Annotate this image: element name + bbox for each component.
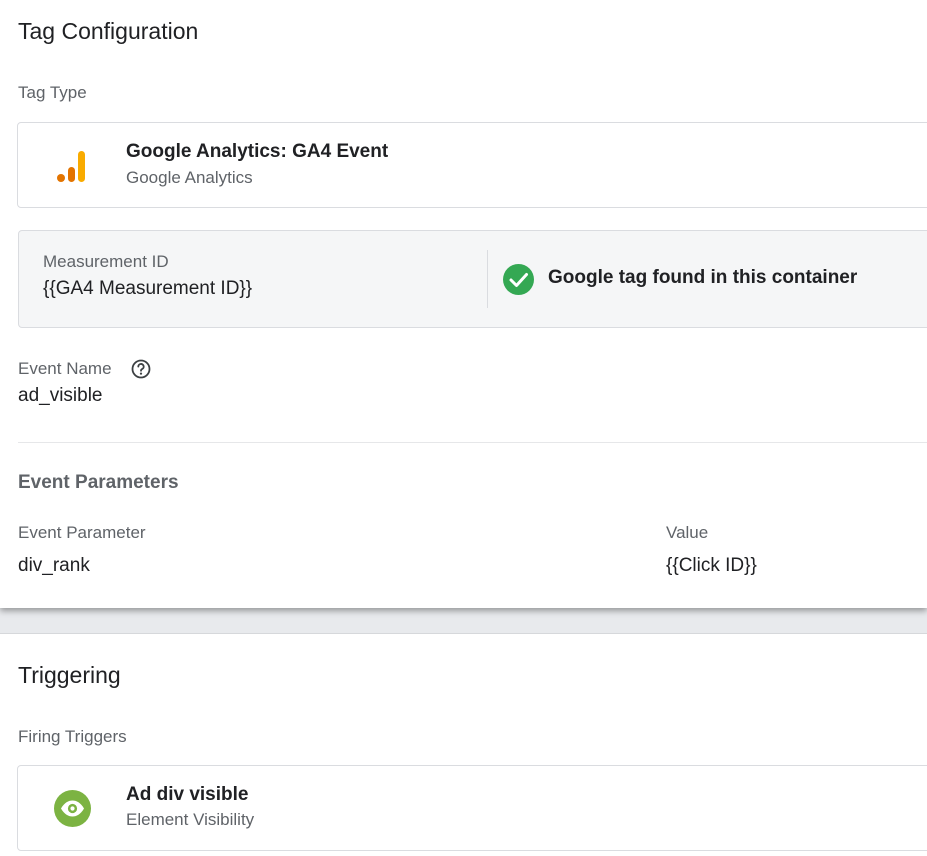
firing-triggers-label: Firing Triggers (18, 727, 127, 746)
trigger-type: Element Visibility (126, 810, 255, 829)
trigger-card[interactable]: Ad div visible Element Visibility (17, 765, 927, 851)
tag-type-provider: Google Analytics (126, 168, 253, 187)
tag-configuration-panel[interactable]: Tag Configuration Tag Type Google Analyt… (0, 0, 927, 608)
help-icon[interactable] (131, 359, 151, 379)
triggering-panel[interactable]: Triggering Firing Triggers Ad div visibl… (0, 633, 927, 856)
event-parameter-name: div_rank (18, 555, 90, 576)
divider (18, 442, 927, 443)
google-tag-status: Google tag found in this container (548, 267, 858, 288)
tag-type-label: Tag Type (18, 83, 87, 102)
measurement-id-box: Measurement ID {{GA4 Measurement ID}} Go… (18, 230, 927, 328)
measurement-id-value: {{GA4 Measurement ID}} (43, 278, 253, 299)
event-name-value: ad_visible (18, 385, 103, 406)
eye-icon (54, 790, 91, 827)
tag-type-name: Google Analytics: GA4 Event (126, 141, 389, 162)
tag-type-card[interactable]: Google Analytics: GA4 Event Google Analy… (17, 122, 927, 208)
measurement-id-label: Measurement ID (43, 252, 169, 271)
column-header-value: Value (666, 523, 709, 542)
event-parameter-value: {{Click ID}} (666, 555, 757, 576)
divider (487, 250, 488, 308)
event-parameters-title: Event Parameters (18, 472, 179, 493)
triggering-title: Triggering (18, 662, 121, 688)
tag-configuration-title: Tag Configuration (18, 18, 199, 44)
column-header-event-parameter: Event Parameter (18, 523, 146, 542)
google-analytics-icon (57, 151, 85, 182)
event-name-label: Event Name (18, 359, 112, 378)
trigger-name: Ad div visible (126, 784, 249, 805)
check-circle-icon (503, 264, 534, 295)
